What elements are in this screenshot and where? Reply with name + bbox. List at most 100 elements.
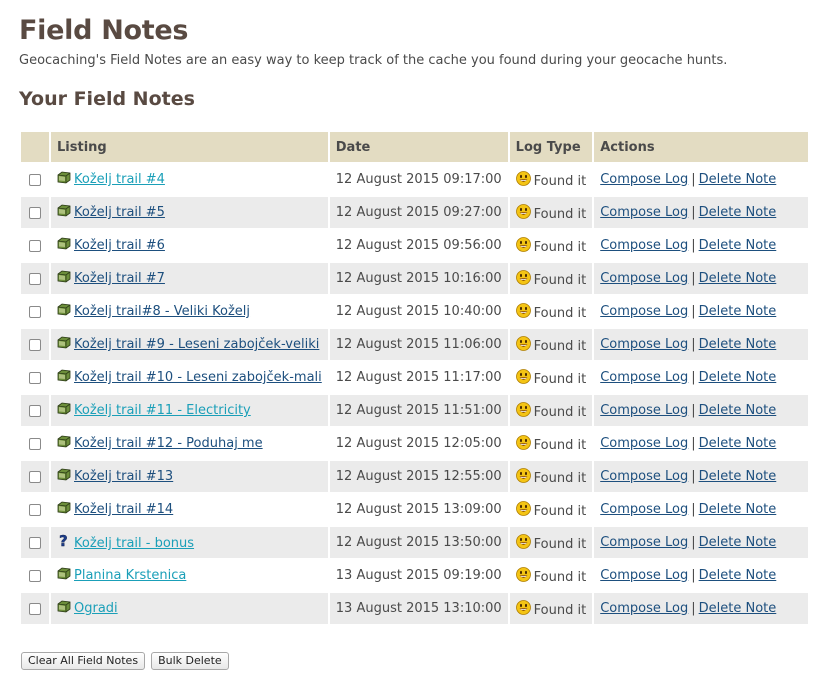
delete-note-link[interactable]: Delete Note <box>699 370 777 385</box>
compose-log-link[interactable]: Compose Log <box>600 601 688 616</box>
compose-log-link[interactable]: Compose Log <box>600 337 688 352</box>
row-select-checkbox[interactable] <box>29 569 41 582</box>
delete-note-link[interactable]: Delete Note <box>699 469 777 484</box>
date-cell: 13 August 2015 09:19:00 <box>335 568 502 583</box>
row-select-checkbox[interactable] <box>29 404 41 417</box>
actions-cell: Compose Log | Delete Note <box>594 461 808 492</box>
actions-cell: Compose Log | Delete Note <box>594 197 808 228</box>
found-it-smiley-icon <box>515 203 531 219</box>
select-column-header <box>21 132 49 162</box>
found-it-smiley-icon <box>515 335 531 351</box>
compose-log-link[interactable]: Compose Log <box>600 238 688 253</box>
actions-cell: Compose Log | Delete Note <box>594 263 808 294</box>
compose-log-link[interactable]: Compose Log <box>600 469 688 484</box>
log-type-column-header: Log Type <box>509 132 593 162</box>
traditional-cache-icon <box>57 237 71 254</box>
found-it-smiley-icon <box>515 500 531 516</box>
listing-link[interactable]: Koželj trail #7 <box>74 271 165 286</box>
listing-link[interactable]: Koželj trail #9 - Leseni zabojček-veliki <box>74 337 319 352</box>
select-cell <box>21 362 49 393</box>
date-cell: 12 August 2015 09:17:00 <box>335 172 502 187</box>
action-separator: | <box>691 370 696 385</box>
delete-note-link[interactable]: Delete Note <box>699 337 777 352</box>
row-select-checkbox[interactable] <box>29 272 41 285</box>
log-type-label: Found it <box>533 305 587 321</box>
clear-all-field-notes-button[interactable]: Clear All Field Notes <box>21 652 146 670</box>
traditional-cache-icon <box>57 402 71 419</box>
table-row: ? Koželj trail - bonus 12 August 2015 13:5… <box>21 527 808 558</box>
found-it-smiley-icon <box>515 533 531 549</box>
delete-note-link[interactable]: Delete Note <box>699 601 777 616</box>
listing-link[interactable]: Koželj trail #13 <box>74 469 173 484</box>
row-select-checkbox[interactable] <box>29 602 41 615</box>
row-select-checkbox[interactable] <box>29 437 41 450</box>
row-select-checkbox[interactable] <box>29 470 41 483</box>
listing-link[interactable]: Koželj trail #5 <box>74 205 165 220</box>
listing-cell: Ogradi <box>51 593 328 624</box>
log-type-label: Found it <box>533 338 587 354</box>
table-row: Koželj trail #10 - Leseni zabojček-mali 1… <box>21 362 808 393</box>
action-separator: | <box>691 238 696 253</box>
compose-log-link[interactable]: Compose Log <box>600 370 688 385</box>
found-it-smiley-icon <box>515 302 531 318</box>
traditional-cache-icon <box>57 303 71 320</box>
action-separator: | <box>691 436 696 451</box>
listing-link[interactable]: Koželj trail#8 - Veliki Koželj <box>74 304 250 319</box>
delete-note-link[interactable]: Delete Note <box>699 205 777 220</box>
row-select-checkbox[interactable] <box>29 305 41 318</box>
select-cell <box>21 164 49 195</box>
delete-note-link[interactable]: Delete Note <box>699 568 777 583</box>
compose-log-link[interactable]: Compose Log <box>600 535 688 550</box>
table-row: Koželj trail #9 - Leseni zabojček-veliki… <box>21 329 808 360</box>
listing-link[interactable]: Koželj trail - bonus <box>74 536 194 551</box>
log-type-cell: Found it <box>510 362 593 393</box>
listing-column-header: Listing <box>51 132 328 162</box>
row-select-checkbox[interactable] <box>29 536 41 549</box>
actions-cell: Compose Log | Delete Note <box>594 428 808 459</box>
actions-column-header: Actions <box>594 132 808 162</box>
actions-cell: Compose Log | Delete Note <box>594 230 808 261</box>
compose-log-link[interactable]: Compose Log <box>600 172 688 187</box>
row-select-checkbox[interactable] <box>29 206 41 219</box>
delete-note-link[interactable]: Delete Note <box>699 172 777 187</box>
delete-note-link[interactable]: Delete Note <box>699 502 777 517</box>
log-type-label: Found it <box>533 404 587 420</box>
traditional-cache-icon <box>57 270 71 287</box>
mystery-cache-icon: ? <box>57 532 71 552</box>
row-select-checkbox[interactable] <box>29 173 41 186</box>
compose-log-link[interactable]: Compose Log <box>600 502 688 517</box>
compose-log-link[interactable]: Compose Log <box>600 271 688 286</box>
row-select-checkbox[interactable] <box>29 371 41 384</box>
listing-link[interactable]: Koželj trail #14 <box>74 502 173 517</box>
action-separator: | <box>691 601 696 616</box>
delete-note-link[interactable]: Delete Note <box>699 403 777 418</box>
listing-link[interactable]: Planina Krstenica <box>74 568 186 583</box>
listing-link[interactable]: Koželj trail #6 <box>74 238 165 253</box>
log-type-cell: Found it <box>510 296 593 327</box>
found-it-smiley-icon <box>515 434 531 450</box>
listing-cell: Koželj trail #6 <box>51 230 328 261</box>
table-row: Koželj trail #14 12 August 2015 13:09:00 F… <box>21 494 808 525</box>
listing-link[interactable]: Ogradi <box>74 601 118 616</box>
listing-link[interactable]: Koželj trail #12 - Poduhaj me <box>74 436 263 451</box>
listing-link[interactable]: Koželj trail #4 <box>74 172 165 187</box>
delete-note-link[interactable]: Delete Note <box>699 535 777 550</box>
compose-log-link[interactable]: Compose Log <box>600 304 688 319</box>
listing-link[interactable]: Koželj trail #10 - Leseni zabojček-mali <box>74 370 322 385</box>
date-cell: 12 August 2015 12:05:00 <box>335 436 502 451</box>
compose-log-link[interactable]: Compose Log <box>600 403 688 418</box>
compose-log-link[interactable]: Compose Log <box>600 205 688 220</box>
delete-note-link[interactable]: Delete Note <box>699 436 777 451</box>
action-separator: | <box>691 271 696 286</box>
row-select-checkbox[interactable] <box>29 239 41 252</box>
delete-note-link[interactable]: Delete Note <box>699 304 777 319</box>
select-cell <box>21 494 49 525</box>
delete-note-link[interactable]: Delete Note <box>699 271 777 286</box>
compose-log-link[interactable]: Compose Log <box>600 436 688 451</box>
row-select-checkbox[interactable] <box>29 338 41 351</box>
listing-link[interactable]: Koželj trail #11 - Electricity <box>74 403 251 418</box>
row-select-checkbox[interactable] <box>29 503 41 516</box>
compose-log-link[interactable]: Compose Log <box>600 568 688 583</box>
bulk-delete-button[interactable]: Bulk Delete <box>151 652 229 670</box>
delete-note-link[interactable]: Delete Note <box>699 238 777 253</box>
